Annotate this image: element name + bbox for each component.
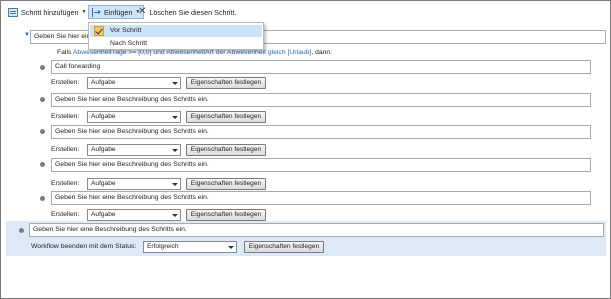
condition-link[interactable]: AbwesenheitTage >= [0,0] und Abwesenheit… bbox=[73, 49, 311, 56]
create-label: Erstellen: bbox=[51, 180, 80, 187]
step-bullet bbox=[40, 162, 45, 167]
step-5-description[interactable]: Geben Sie hier eine Beschreibung des Sch… bbox=[51, 191, 591, 205]
end-workflow-label: Workflow beenden mit dem Status: bbox=[31, 243, 137, 250]
step-3-description[interactable]: Geben Sie hier eine Beschreibung des Sch… bbox=[51, 125, 591, 139]
step-bullet bbox=[40, 129, 45, 134]
select-value: Aufgabe bbox=[91, 211, 116, 218]
step-5-create-select[interactable]: Aufgabe bbox=[87, 209, 181, 221]
chevron-down-icon: ▼ bbox=[81, 9, 87, 15]
step-bullet bbox=[19, 228, 24, 233]
final-step-description[interactable]: Geben Sie hier eine Beschreibung des Sch… bbox=[29, 223, 604, 237]
select-value: Aufgabe bbox=[91, 113, 116, 120]
dropdown-arrow-icon bbox=[172, 116, 178, 119]
step-bullet bbox=[40, 65, 45, 70]
step-1-create-select[interactable]: Aufgabe bbox=[87, 77, 181, 89]
create-label: Erstellen: bbox=[51, 79, 80, 86]
step-4-create-select[interactable]: Aufgabe bbox=[87, 178, 181, 190]
insert-menu: Vor Schritt Nach Schritt bbox=[88, 22, 264, 50]
menu-item-label: Vor Schritt bbox=[110, 27, 142, 34]
create-label: Erstellen: bbox=[51, 113, 80, 120]
select-value: Aufgabe bbox=[91, 180, 116, 187]
final-set-properties-button[interactable]: Eigenschaften festlegen bbox=[244, 241, 324, 253]
step-2-set-properties-button[interactable]: Eigenschaften festlegen bbox=[186, 111, 266, 123]
add-step-button[interactable]: Schritt hinzufügen ▼ bbox=[8, 5, 87, 19]
menu-item-before-step[interactable]: Vor Schritt bbox=[90, 25, 262, 37]
step-2-description[interactable]: Geben Sie hier eine Beschreibung des Sch… bbox=[51, 93, 591, 107]
menu-item-label: Nach Schritt bbox=[110, 40, 148, 47]
dropdown-arrow-icon bbox=[172, 149, 178, 152]
status-select[interactable]: Erfolgreich bbox=[143, 241, 237, 253]
condition-suffix: , dann: bbox=[311, 49, 333, 56]
menu-item-after-step[interactable]: Nach Schritt bbox=[90, 38, 262, 50]
create-label: Erstellen: bbox=[51, 211, 80, 218]
dropdown-arrow-icon bbox=[172, 82, 178, 85]
step-bullet bbox=[40, 196, 45, 201]
step-1-description[interactable]: Call forwarding bbox=[51, 60, 591, 74]
add-step-label: Schritt hinzufügen bbox=[21, 7, 79, 17]
step-1-set-properties-button[interactable]: Eigenschaften festlegen bbox=[186, 77, 266, 89]
step-4-description[interactable]: Geben Sie hier eine Beschreibung des Sch… bbox=[51, 158, 591, 172]
delete-step-label: Löschen Sie diesen Schritt. bbox=[149, 7, 237, 17]
toolbar: Schritt hinzufügen ▼ Einfügen ▼ ✕ Lösche… bbox=[1, 1, 610, 23]
insert-label: Einfügen bbox=[104, 7, 133, 17]
insert-button[interactable]: Einfügen ▼ bbox=[88, 5, 145, 19]
delete-step-button[interactable]: ✕ Löschen Sie diesen Schritt. bbox=[138, 5, 237, 19]
delete-icon: ✕ bbox=[138, 6, 147, 17]
select-value: Aufgabe bbox=[91, 146, 116, 153]
step-bullet bbox=[40, 97, 45, 102]
select-value: Erfolgreich bbox=[147, 243, 179, 250]
step-3-create-select[interactable]: Aufgabe bbox=[87, 144, 181, 156]
step-4-set-properties-button[interactable]: Eigenschaften festlegen bbox=[186, 178, 266, 190]
condition-line: Falls AbwesenheitTage >= [0,0] und Abwes… bbox=[57, 49, 332, 56]
insert-icon bbox=[92, 7, 101, 17]
dropdown-arrow-icon bbox=[172, 214, 178, 217]
step-2-create-select[interactable]: Aufgabe bbox=[87, 111, 181, 123]
condition-prefix: Falls bbox=[57, 49, 72, 56]
dropdown-arrow-icon bbox=[172, 183, 178, 186]
step-5-set-properties-button[interactable]: Eigenschaften festlegen bbox=[186, 209, 266, 221]
dropdown-arrow-icon bbox=[228, 246, 234, 249]
checkmark-icon bbox=[94, 26, 104, 36]
step-3-set-properties-button[interactable]: Eigenschaften festlegen bbox=[186, 144, 266, 156]
select-value: Aufgabe bbox=[91, 79, 116, 86]
add-step-icon bbox=[8, 7, 18, 17]
create-label: Erstellen: bbox=[51, 146, 80, 153]
